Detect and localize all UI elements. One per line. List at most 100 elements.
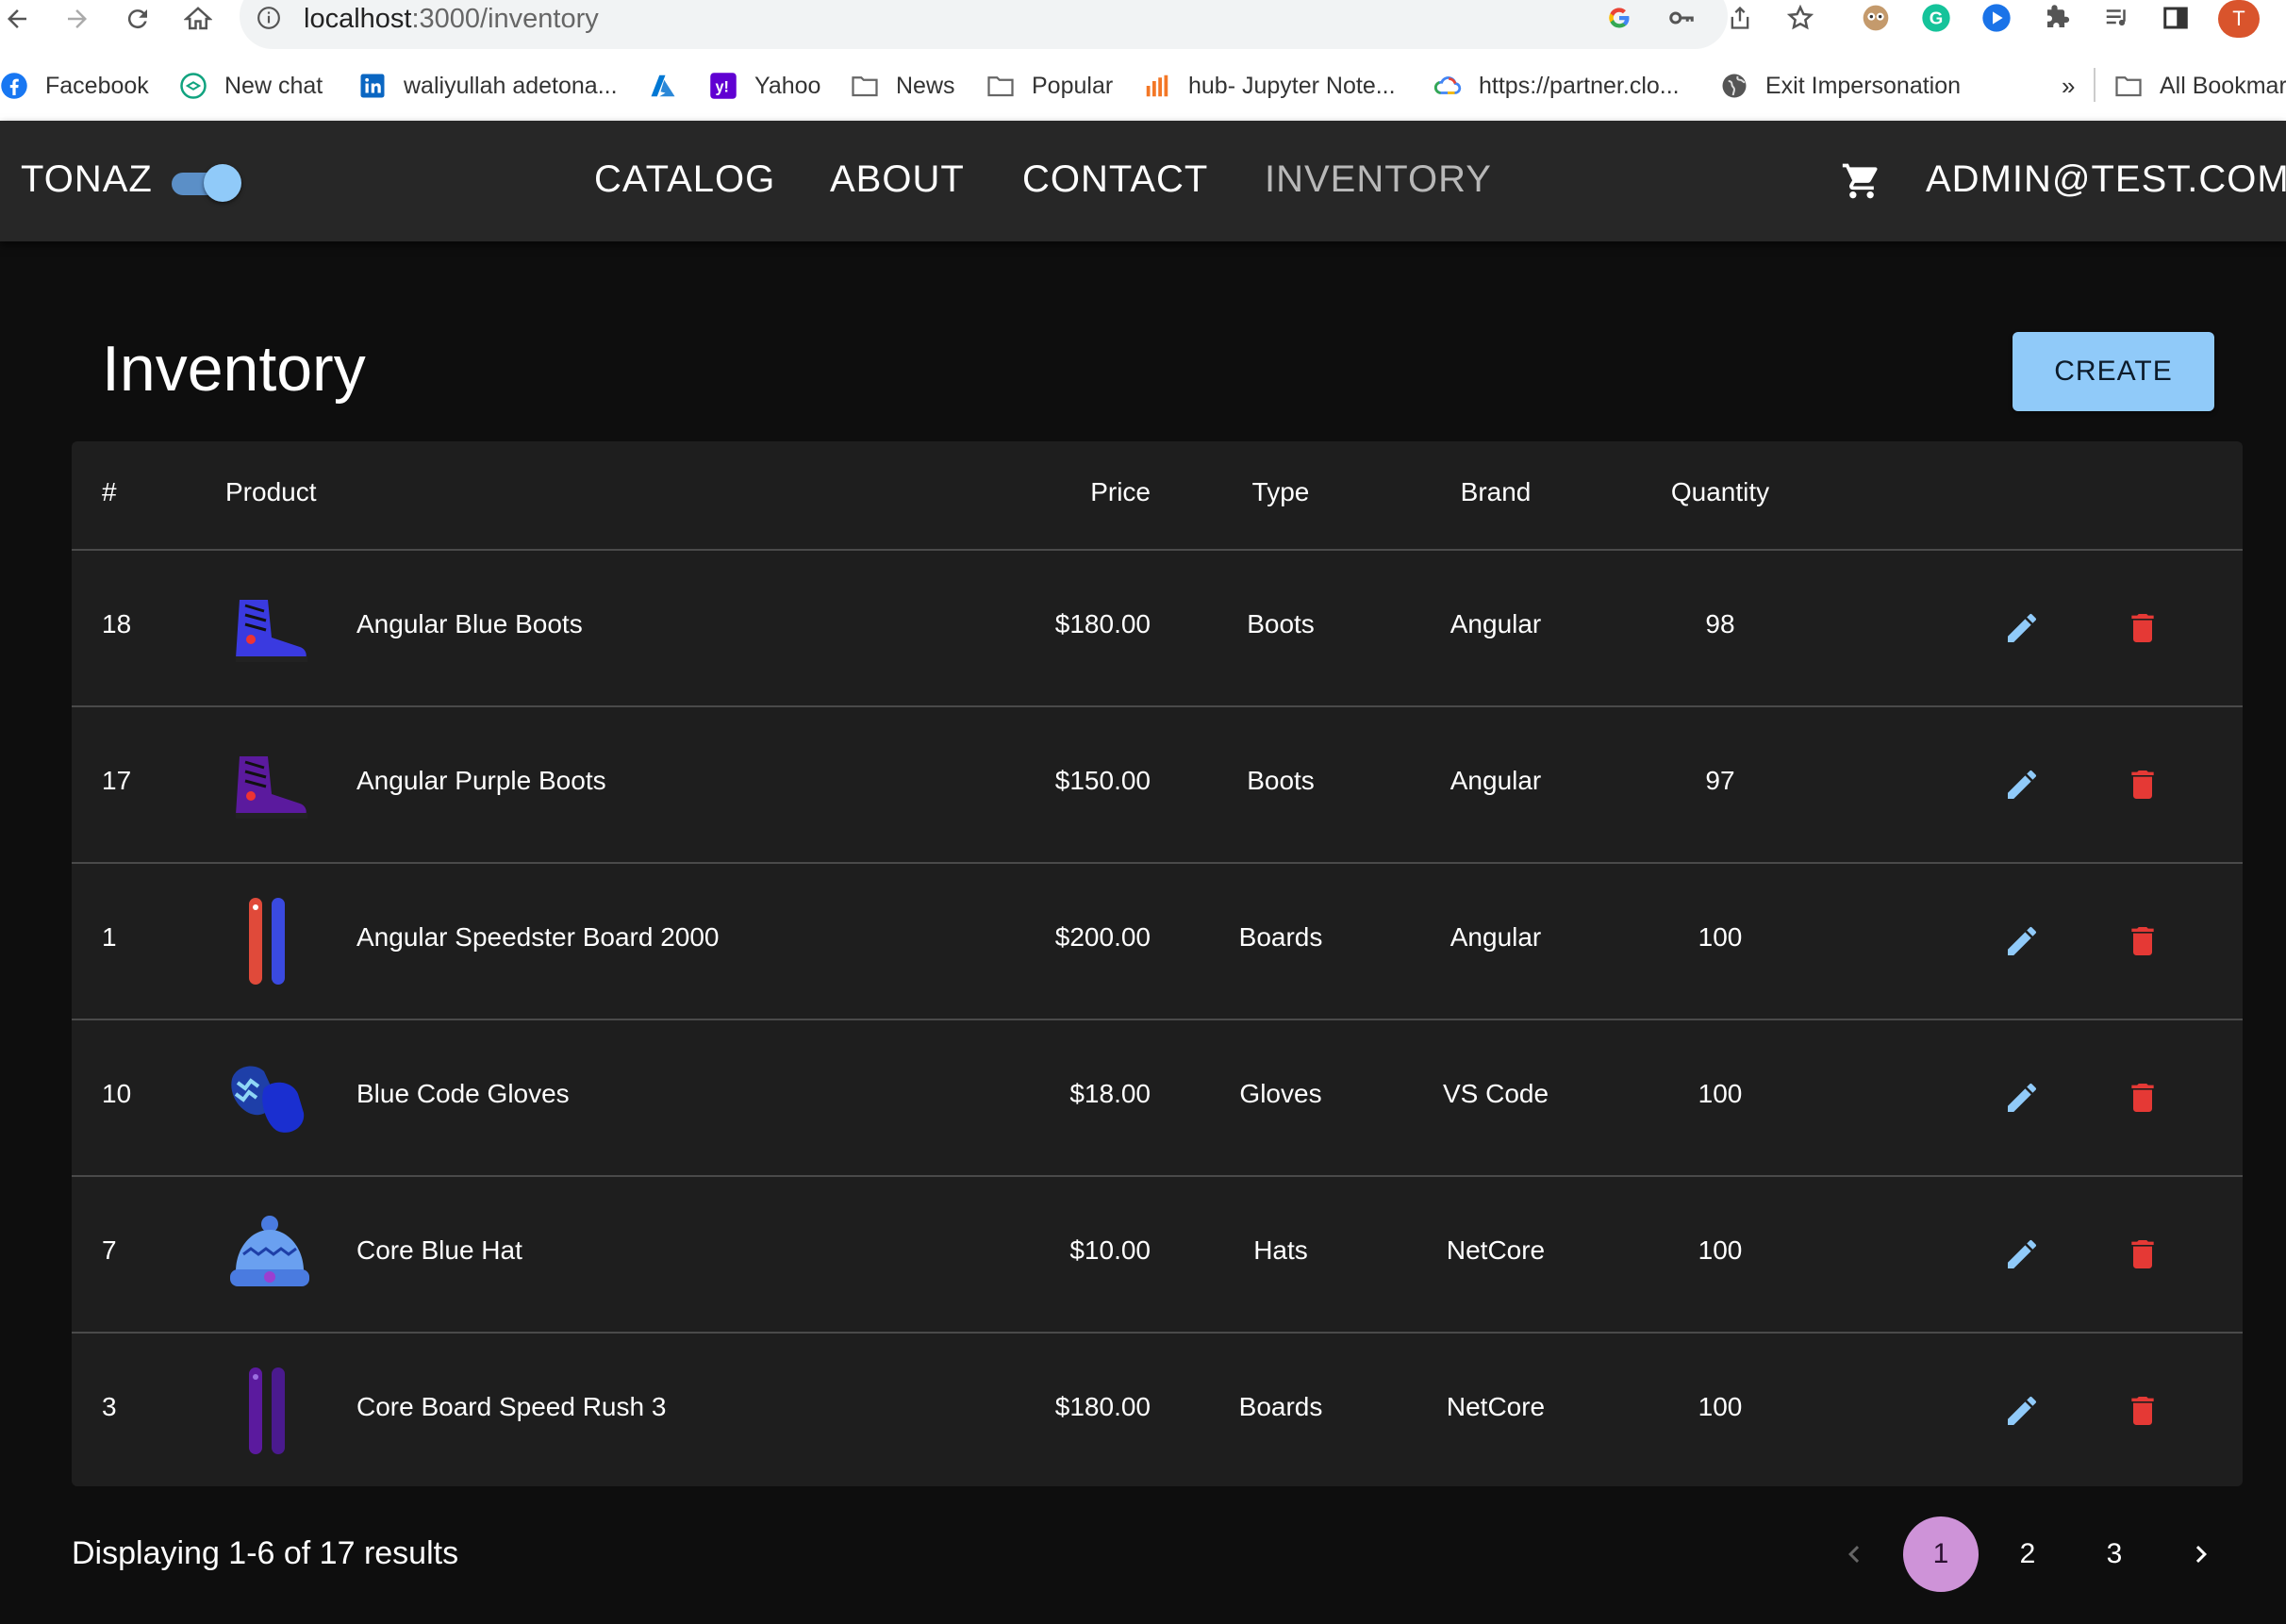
bookmark-folder-popular[interactable]: Popular: [986, 66, 1113, 106]
profile-avatar[interactable]: T: [2218, 0, 2260, 38]
row-id: 3: [102, 1392, 117, 1421]
bookmark-yahoo[interactable]: y! Yahoo: [709, 66, 820, 106]
url-text[interactable]: localhost:3000/inventory: [304, 4, 599, 35]
extensions-puzzle-icon[interactable]: [2039, 0, 2075, 36]
theme-toggle[interactable]: [172, 164, 241, 202]
product-quantity: 100: [1698, 1079, 1743, 1108]
bookmark-all-bookmarks[interactable]: All Bookmar: [2114, 66, 2286, 106]
edit-icon[interactable]: [2003, 609, 2041, 647]
edit-icon[interactable]: [2003, 1235, 2041, 1273]
bookmark-label: Exit Impersonation: [1765, 72, 1962, 99]
page-button-2[interactable]: 2: [1990, 1516, 2065, 1592]
screen-recorder-icon[interactable]: [1979, 0, 2014, 36]
google-icon[interactable]: [1601, 0, 1637, 36]
row-id: 1: [102, 922, 117, 952]
page-button-1[interactable]: 1: [1903, 1516, 1979, 1592]
folder-icon: [2114, 72, 2143, 100]
prev-page-button[interactable]: [1816, 1516, 1892, 1592]
bookmark-azure[interactable]: [649, 66, 694, 106]
product-type: Hats: [1253, 1235, 1308, 1265]
nav-about[interactable]: ABOUT: [830, 158, 965, 201]
page-button-3[interactable]: 3: [2077, 1516, 2152, 1592]
product-name: Blue Code Gloves: [356, 1079, 570, 1108]
url-host: localhost: [304, 4, 412, 34]
bookmark-exit-impersonation[interactable]: Exit Impersonation: [1720, 66, 1961, 106]
column-header-brand: Brand: [1460, 477, 1532, 506]
share-icon[interactable]: [1722, 0, 1758, 36]
google-cloud-icon: [1433, 72, 1462, 100]
bookmark-label: New chat: [224, 72, 323, 99]
bookmark-google-cloud[interactable]: https://partner.clo...: [1433, 66, 1680, 106]
home-icon[interactable]: [181, 2, 215, 36]
chatgpt-icon: [179, 72, 207, 100]
side-panel-icon[interactable]: [2158, 0, 2194, 36]
bookmark-star-icon[interactable]: [1782, 0, 1818, 36]
product-price: $150.00: [1054, 766, 1151, 795]
product-price: $200.00: [1054, 922, 1151, 952]
key-icon[interactable]: [1664, 0, 1699, 36]
product-image: [249, 898, 285, 985]
column-header-id: #: [102, 477, 117, 506]
delete-icon[interactable]: [2124, 609, 2162, 647]
product-brand: Angular: [1449, 609, 1542, 638]
column-header-quantity: Quantity: [1670, 477, 1770, 506]
product-name: Angular Purple Boots: [356, 766, 606, 795]
edit-icon[interactable]: [2003, 1392, 2041, 1430]
column-header-type: Type: [1251, 477, 1310, 506]
product-image: [236, 600, 307, 662]
product-image: [236, 756, 307, 819]
media-queue-icon[interactable]: [2099, 0, 2135, 36]
product-name: Angular Speedster Board 2000: [356, 922, 720, 952]
product-name: Core Board Speed Rush 3: [356, 1392, 667, 1421]
browser-chrome: localhost:3000/inventory G T Facebook Ne…: [0, 0, 2286, 121]
results-summary: Displaying 1-6 of 17 results: [72, 1535, 459, 1571]
delete-icon[interactable]: [2124, 766, 2162, 804]
back-icon[interactable]: [0, 2, 34, 36]
site-info-icon[interactable]: [257, 6, 281, 30]
bookmark-folder-news[interactable]: News: [851, 66, 955, 106]
delete-icon[interactable]: [2124, 1392, 2162, 1430]
extension-owl-icon[interactable]: [1858, 0, 1894, 36]
nav-catalog[interactable]: CATALOG: [594, 158, 775, 201]
bookmark-label: All Bookmar: [2160, 72, 2286, 99]
bookmark-label: Yahoo: [754, 72, 821, 99]
bookmarks-separator: [2094, 68, 2096, 102]
grammarly-icon[interactable]: G: [1918, 0, 1954, 36]
bookmark-facebook[interactable]: Facebook: [0, 66, 149, 106]
bookmark-label: News: [896, 72, 955, 99]
delete-icon[interactable]: [2124, 1079, 2162, 1117]
bookmark-label: waliyullah adetona...: [404, 72, 618, 99]
reload-icon[interactable]: [121, 2, 155, 36]
globe-icon: [1720, 72, 1748, 100]
edit-icon[interactable]: [2003, 1079, 2041, 1117]
edit-icon[interactable]: [2003, 766, 2041, 804]
brand-name[interactable]: TONAZ: [21, 158, 153, 201]
bookmark-new-chat[interactable]: New chat: [179, 66, 323, 106]
url-path: :3000/inventory: [411, 4, 599, 34]
product-brand: NetCore: [1446, 1392, 1546, 1421]
next-page-button[interactable]: [2163, 1516, 2239, 1592]
bookmark-linkedin[interactable]: waliyullah adetona...: [358, 66, 618, 106]
delete-icon[interactable]: [2124, 922, 2162, 960]
forward-icon[interactable]: [60, 2, 94, 36]
nav-inventory[interactable]: INVENTORY: [1265, 158, 1492, 201]
delete-icon[interactable]: [2124, 1235, 2162, 1273]
edit-icon[interactable]: [2003, 922, 2041, 960]
nav-contact[interactable]: CONTACT: [1022, 158, 1208, 201]
bookmark-jupyter[interactable]: hub- Jupyter Note...: [1143, 66, 1396, 106]
linkedin-icon: [358, 72, 387, 100]
bookmarks-overflow-chevron[interactable]: »: [2062, 66, 2075, 106]
bookmark-label: Facebook: [45, 72, 149, 99]
cart-icon[interactable]: [1841, 160, 1882, 202]
product-quantity: 100: [1698, 1235, 1743, 1265]
product-price: $180.00: [1054, 1392, 1151, 1421]
bookmark-label: hub- Jupyter Note...: [1188, 72, 1396, 99]
facebook-icon: [0, 72, 28, 100]
create-button[interactable]: CREATE: [2013, 332, 2214, 411]
toggle-thumb: [204, 164, 241, 202]
table-row: 10 Blue Code Gloves $18.00 Gloves VS Cod…: [72, 1019, 2243, 1175]
product-image: [231, 1066, 305, 1133]
user-menu[interactable]: ADMIN@TEST.COM: [1926, 158, 2286, 201]
chevron-left-icon: [1848, 1546, 1860, 1563]
product-type: Boots: [1247, 609, 1315, 638]
